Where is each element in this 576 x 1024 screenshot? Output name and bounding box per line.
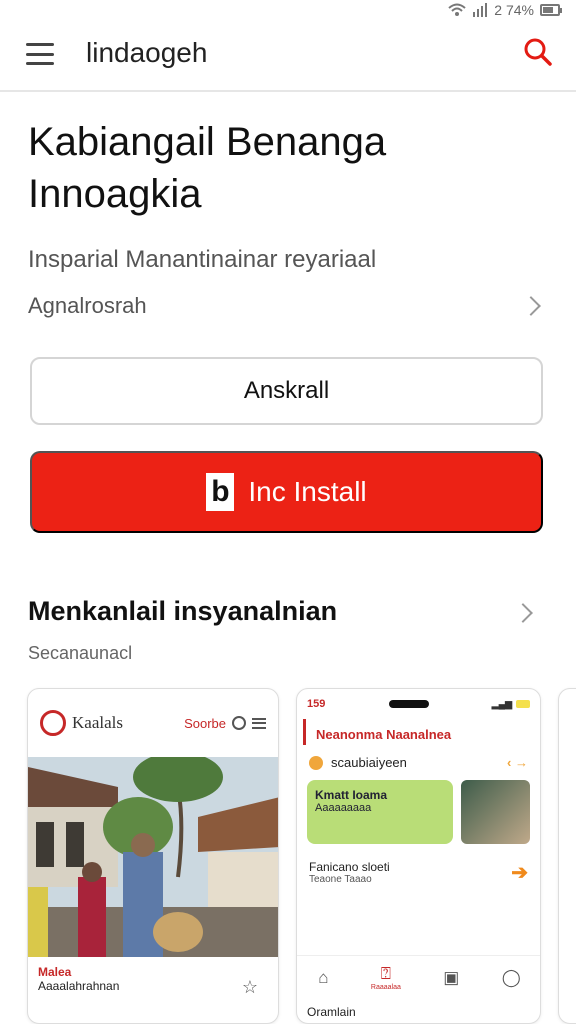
category-icon xyxy=(309,755,323,770)
card1-search-label: Soorbe xyxy=(184,715,226,731)
promo-banner: Kmatt Ioama Aaaaaaaaa xyxy=(307,780,453,844)
status-bar: 2 74% xyxy=(0,0,576,20)
card2-row: scaubiaiyeen ‹ → xyxy=(297,745,540,780)
nav-active-label: Raaaalaa xyxy=(370,984,401,991)
app-bar: lindaogeh xyxy=(0,20,576,92)
card2-time: 159 xyxy=(307,698,326,710)
apps-icon: ▣ xyxy=(443,967,460,987)
section-subtitle: Secanaunacl xyxy=(28,643,133,663)
signal-icon: ▂▄▆ xyxy=(491,698,512,709)
hamburger-menu-icon[interactable] xyxy=(24,40,56,68)
card2-fav-sub: Teaone Taaao xyxy=(309,874,372,885)
install-button[interactable]: b Inc Install xyxy=(30,451,543,533)
battery-icon xyxy=(516,700,530,708)
home-icon: ⌂ xyxy=(318,967,329,987)
card1-brand-name: Kaalals xyxy=(72,713,123,732)
secondary-button[interactable]: Anskrall xyxy=(30,357,543,425)
arrow-right-icon: ‹ → xyxy=(507,755,528,770)
nav-active-tab: ⍰ Raaaalaa xyxy=(371,964,401,991)
card2-favorites: Fanicano sloeti Teaone Taaao ➔ xyxy=(297,844,540,885)
card1-brand: Kaalals xyxy=(72,713,123,733)
village-photo xyxy=(28,757,278,957)
forward-arrow-icon: ➔ xyxy=(511,862,528,884)
card2-bottom-nav: ⌂ ⍰ Raaaalaa ▣ ◯ xyxy=(297,955,540,999)
people-photo xyxy=(461,780,530,844)
card1-header: Kaalals Soorbe xyxy=(28,689,278,757)
card2-bottom-text: Oramlain xyxy=(307,1005,356,1019)
card2-fav-title: Fanicano sloeti xyxy=(309,860,390,874)
circle-icon xyxy=(232,716,246,730)
screenshot-card-2[interactable]: 159 ▂▄▆ Neanonma Naanalnea scaubiaiyeen … xyxy=(296,688,541,1024)
chevron-right-icon xyxy=(521,296,541,316)
card2-title: Neanonma Naanalnea xyxy=(303,719,540,745)
section-chevron-right-icon[interactable] xyxy=(513,603,533,623)
install-button-label: Inc Install xyxy=(248,476,367,507)
card1-tag: Malea xyxy=(38,965,72,979)
brand-logo-icon: b xyxy=(206,473,235,511)
notch xyxy=(388,700,429,708)
signal-icon xyxy=(472,3,488,17)
card2-status-bar: 159 ▂▄▆ xyxy=(297,689,540,719)
menu-lines-icon xyxy=(252,717,266,729)
screenshot-card-3[interactable] xyxy=(558,688,576,1024)
battery-level xyxy=(543,7,554,13)
screenshot-card-1[interactable]: Kaalals Soorbe Malea Aaaalahrahnan ☆ xyxy=(27,688,279,1024)
card1-caption: Malea Aaaalahrahnan xyxy=(28,957,278,993)
details-link[interactable]: Agnalrosrah xyxy=(28,288,548,324)
promo-banner-title: Kmatt Ioama xyxy=(315,788,388,802)
card2-banners: Kmatt Ioama Aaaaaaaaa xyxy=(297,780,540,844)
details-link-label: Agnalrosrah xyxy=(28,293,147,318)
search-icon[interactable] xyxy=(522,36,554,68)
app-logo-icon xyxy=(40,710,66,736)
search-icon: ⍰ xyxy=(380,964,391,983)
promo-banner-sub: Aaaaaaaaa xyxy=(315,802,372,814)
section-title: Menkanlail insyanalnian xyxy=(28,596,338,626)
app-title: lindaogeh xyxy=(86,37,208,68)
battery-icon xyxy=(540,4,562,16)
status-text: 2 74% xyxy=(494,2,534,18)
hero-subtitle: Insparial Manantinainar reyariaal xyxy=(28,246,377,273)
card2-row-text: scaubiaiyeen xyxy=(331,755,407,770)
hero-title: Kabiangail Benanga Innoagkia xyxy=(28,120,387,216)
profile-icon: ◯ xyxy=(501,967,521,987)
card1-caption-text: Aaaalahrahnan xyxy=(38,979,120,993)
card2-signal: ▂▄▆ xyxy=(492,699,530,710)
star-icon[interactable]: ☆ xyxy=(242,977,258,998)
wifi-icon xyxy=(448,3,466,17)
